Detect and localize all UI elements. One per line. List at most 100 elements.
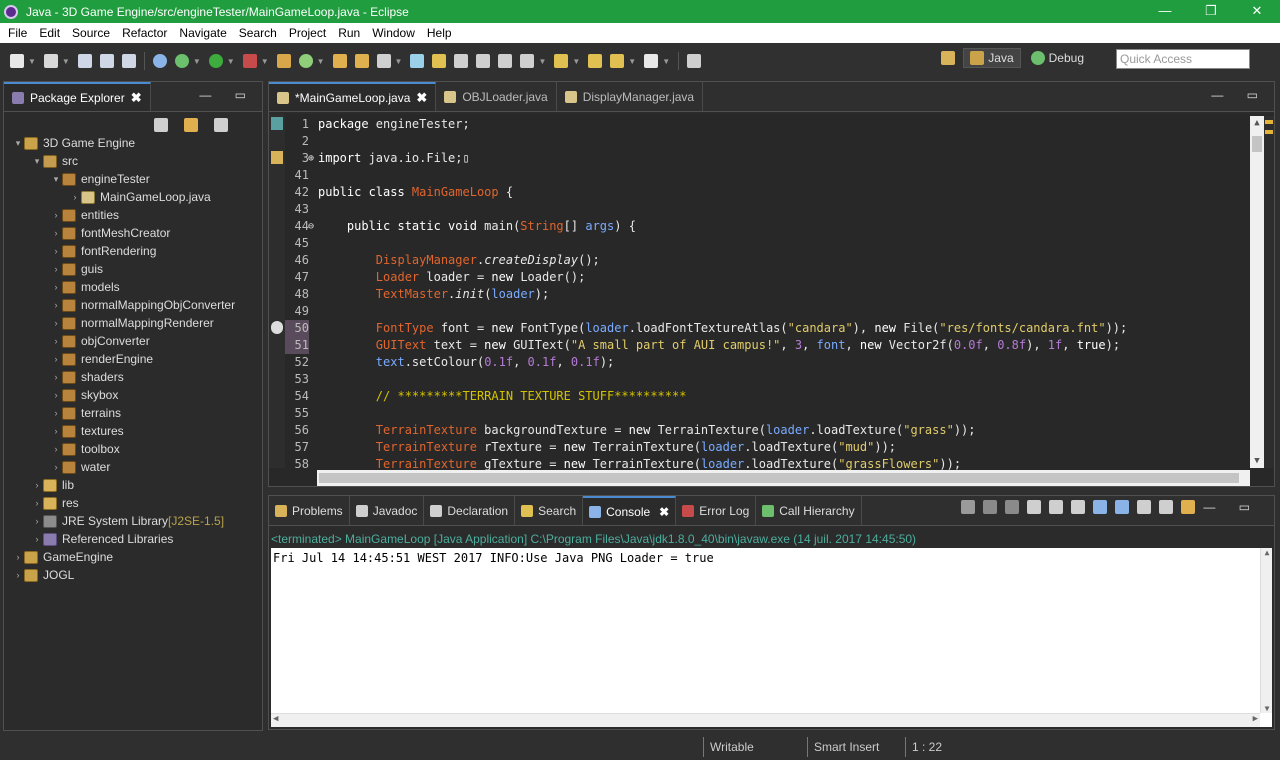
collapsed-icon[interactable]: › bbox=[50, 210, 62, 220]
status-cursor-position[interactable]: 1 : 22 bbox=[905, 737, 985, 757]
menu-file[interactable]: File bbox=[2, 26, 33, 40]
tree-item[interactable]: › guis bbox=[4, 260, 262, 278]
new-icon[interactable] bbox=[10, 54, 24, 68]
save-icon[interactable] bbox=[77, 54, 92, 68]
show-on-error-icon[interactable] bbox=[1115, 500, 1130, 514]
forward-icon[interactable] bbox=[644, 54, 659, 68]
close-button[interactable]: ✕ bbox=[1234, 0, 1280, 23]
editor-horizontal-scrollbar[interactable] bbox=[317, 470, 1250, 486]
tab-main-game-loop[interactable]: *MainGameLoop.java ✖ bbox=[269, 82, 437, 111]
panel-minimize-maximize-icon[interactable]: — ▭ bbox=[199, 88, 256, 102]
collapsed-icon[interactable]: › bbox=[31, 516, 43, 526]
collapsed-icon[interactable]: › bbox=[12, 570, 24, 580]
debug-dropdown-icon[interactable]: ▼ bbox=[193, 57, 201, 66]
tree-item[interactable]: › terrains bbox=[4, 404, 262, 422]
code-line[interactable] bbox=[318, 405, 1250, 422]
save-all-icon[interactable] bbox=[99, 54, 114, 68]
tree-item[interactable]: ▾ 3D Game Engine bbox=[4, 134, 262, 152]
display-selected-console-icon[interactable] bbox=[1159, 500, 1174, 514]
clear-console-icon[interactable] bbox=[1027, 500, 1042, 514]
scroll-up-icon[interactable]: ▲ bbox=[1261, 548, 1273, 557]
remove-launch-icon[interactable] bbox=[983, 500, 998, 514]
expanded-icon[interactable]: ▾ bbox=[12, 138, 24, 149]
new-java-dropdown-icon[interactable]: ▼ bbox=[62, 57, 70, 66]
tree-item[interactable]: › JOGL bbox=[4, 566, 262, 584]
external-tools-dropdown-icon[interactable]: ▼ bbox=[261, 57, 269, 66]
tree-item[interactable]: › normalMappingObjConverter bbox=[4, 296, 262, 314]
java-perspective-button[interactable]: Java bbox=[963, 48, 1021, 68]
close-icon[interactable]: ✖ bbox=[659, 505, 669, 519]
collapsed-icon[interactable]: › bbox=[50, 228, 62, 238]
prev-annotation-icon[interactable] bbox=[554, 54, 569, 68]
code-line[interactable]: TextMaster.init(loader); bbox=[318, 286, 1250, 303]
code-area[interactable]: 1 2 3 41 42 43 44 45 46 47 48 49 50 51 52 53 54 55 56 57 58 … bbox=[269, 114, 1274, 486]
tree-item[interactable]: › MainGameLoop.java bbox=[4, 188, 262, 206]
collapsed-icon[interactable]: › bbox=[50, 300, 62, 310]
expanded-icon[interactable]: ▾ bbox=[31, 156, 43, 167]
new-class-icon[interactable] bbox=[298, 54, 313, 68]
menu-run[interactable]: Run bbox=[332, 26, 366, 40]
view-menu-icon[interactable] bbox=[214, 118, 228, 132]
search-dropdown-icon[interactable]: ▼ bbox=[395, 57, 403, 66]
open-type-icon[interactable] bbox=[332, 54, 347, 68]
tree-item[interactable]: › entities bbox=[4, 206, 262, 224]
collapsed-icon[interactable]: › bbox=[50, 264, 62, 274]
show-whitespace-icon[interactable] bbox=[476, 54, 491, 68]
tree-item[interactable]: › res bbox=[4, 494, 262, 512]
tree-item[interactable]: › models bbox=[4, 278, 262, 296]
tab-problems[interactable]: Problems bbox=[269, 496, 350, 525]
minimize-button[interactable]: — bbox=[1142, 0, 1188, 23]
scroll-lock-icon[interactable] bbox=[1049, 500, 1064, 514]
tree-item[interactable]: › renderEngine bbox=[4, 350, 262, 368]
search-tool-icon[interactable] bbox=[376, 54, 391, 68]
new-class-dropdown-icon[interactable]: ▼ bbox=[317, 57, 325, 66]
mark-occurrences-icon[interactable] bbox=[432, 54, 447, 68]
tab-package-explorer[interactable]: Package Explorer ✖ bbox=[4, 82, 151, 111]
code-line[interactable] bbox=[318, 201, 1250, 218]
tree-item[interactable]: › Referenced Libraries bbox=[4, 530, 262, 548]
code-line[interactable]: GUIText text = new GUIText("A small part… bbox=[318, 337, 1250, 354]
tree-item[interactable]: › textures bbox=[4, 422, 262, 440]
scrollbar-thumb[interactable] bbox=[319, 473, 1239, 483]
code-line[interactable]: package engineTester; bbox=[318, 116, 1250, 133]
pin-editor-icon[interactable] bbox=[687, 54, 702, 68]
collapsed-icon[interactable]: › bbox=[50, 426, 62, 436]
console-horizontal-scrollbar[interactable]: ◀ ▶ bbox=[271, 713, 1260, 727]
forward-dropdown-icon[interactable]: ▼ bbox=[662, 57, 670, 66]
status-insert-mode[interactable]: Smart Insert bbox=[807, 737, 905, 757]
scroll-up-icon[interactable]: ▲ bbox=[1250, 118, 1264, 128]
collapsed-icon[interactable]: › bbox=[50, 372, 62, 382]
open-console-icon[interactable] bbox=[1181, 500, 1196, 514]
collapsed-icon[interactable]: › bbox=[50, 246, 62, 256]
collapsed-icon[interactable]: › bbox=[50, 390, 62, 400]
tree-item[interactable]: › lib bbox=[4, 476, 262, 494]
scroll-left-icon[interactable]: ◀ bbox=[273, 714, 278, 724]
expanded-icon[interactable]: ▾ bbox=[50, 174, 62, 185]
scroll-down-icon[interactable]: ▼ bbox=[1250, 456, 1264, 466]
code-line[interactable]: import java.io.File;▯ bbox=[318, 150, 1250, 167]
code-line[interactable] bbox=[318, 371, 1250, 388]
debug-icon[interactable] bbox=[174, 54, 189, 68]
next-annotation-icon[interactable] bbox=[520, 54, 535, 68]
collapsed-icon[interactable]: › bbox=[69, 192, 81, 202]
tree-item[interactable]: › shaders bbox=[4, 368, 262, 386]
menu-help[interactable]: Help bbox=[421, 26, 458, 40]
collapsed-icon[interactable]: › bbox=[50, 408, 62, 418]
run-icon[interactable] bbox=[208, 54, 223, 68]
back-icon[interactable] bbox=[610, 54, 625, 68]
block-selection-icon[interactable] bbox=[454, 54, 469, 68]
prev-annotation-dropdown-icon[interactable]: ▼ bbox=[572, 57, 580, 66]
menu-edit[interactable]: Edit bbox=[33, 26, 66, 40]
remove-all-icon[interactable] bbox=[1005, 500, 1020, 514]
tab-search[interactable]: Search bbox=[515, 496, 584, 525]
menu-search[interactable]: Search bbox=[233, 26, 283, 40]
code-line[interactable] bbox=[318, 303, 1250, 320]
tab-javadoc[interactable]: Javadoc bbox=[350, 496, 425, 525]
scroll-right-icon[interactable]: ▶ bbox=[1253, 714, 1258, 724]
external-tools-icon[interactable] bbox=[242, 54, 257, 68]
code-line[interactable] bbox=[318, 167, 1250, 184]
tab-error-log[interactable]: Error Log bbox=[676, 496, 757, 525]
code-line[interactable]: TerrainTexture backgroundTexture = new T… bbox=[318, 422, 1250, 439]
tree-item[interactable]: › skybox bbox=[4, 386, 262, 404]
print-icon[interactable] bbox=[121, 54, 136, 68]
